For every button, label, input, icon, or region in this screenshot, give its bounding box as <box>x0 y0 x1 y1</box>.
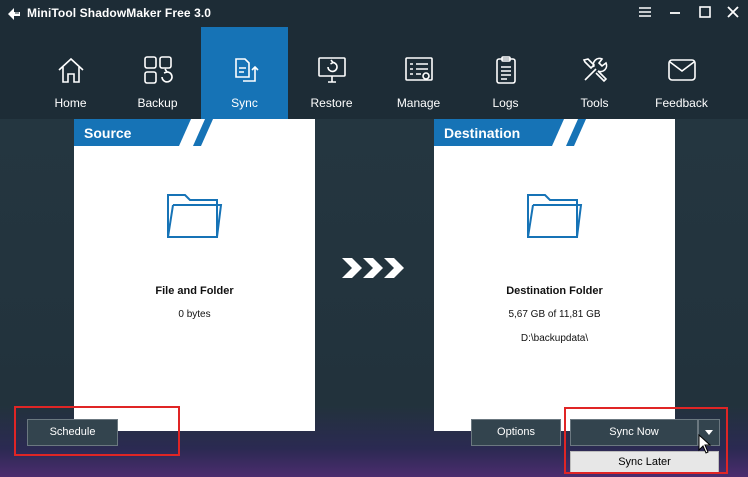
logs-icon <box>462 55 549 89</box>
tools-icon <box>551 55 638 89</box>
nav-label-logs: Logs <box>492 96 519 110</box>
sync-icon <box>201 55 288 89</box>
manage-icon <box>375 55 462 89</box>
nav-label-tools: Tools <box>580 96 609 110</box>
hamburger-icon[interactable] <box>634 3 656 23</box>
feedback-icon <box>638 55 725 89</box>
nav-item-tools[interactable]: Tools <box>551 27 638 119</box>
restore-icon <box>288 55 375 89</box>
nav-item-sync[interactable]: Sync <box>201 27 288 119</box>
shadowmaker-logo-icon <box>6 6 22 22</box>
destination-title: Destination Folder <box>506 285 603 297</box>
nav-label-feedback: Feedback <box>655 96 708 110</box>
nav-item-manage[interactable]: Manage <box>375 27 462 119</box>
source-size: 0 bytes <box>178 309 211 320</box>
destination-card[interactable]: Destination Destination Folder 5,67 GB o… <box>434 119 675 431</box>
main-nav: Home Backup Sync Restore Manage Logs Too… <box>0 27 748 119</box>
close-icon[interactable] <box>722 3 744 23</box>
nav-label-restore: Restore <box>310 96 353 110</box>
nav-item-feedback[interactable]: Feedback <box>638 27 725 119</box>
nav-item-backup[interactable]: Backup <box>114 27 201 119</box>
schedule-highlight <box>14 406 180 456</box>
chevrons-right-icon <box>340 256 410 280</box>
nav-item-home[interactable]: Home <box>27 27 114 119</box>
source-header: Source <box>74 119 214 146</box>
destination-path: D:\backupdata\ <box>520 333 589 344</box>
maximize-icon[interactable] <box>694 3 716 23</box>
folder-icon <box>525 187 585 242</box>
nav-label-home: Home <box>54 96 87 110</box>
nav-label-sync: Sync <box>231 96 258 110</box>
title-bar: MiniTool ShadowMaker Free 3.0 <box>0 0 748 27</box>
home-icon <box>27 55 114 89</box>
app-title: MiniTool ShadowMaker Free 3.0 <box>27 6 212 20</box>
mouse-cursor-icon <box>698 433 712 454</box>
source-title: File and Folder <box>155 285 234 297</box>
options-button[interactable]: Options <box>471 419 561 446</box>
destination-header: Destination <box>434 119 587 146</box>
folder-icon <box>165 187 225 242</box>
nav-label-backup: Backup <box>137 96 178 110</box>
nav-item-logs[interactable]: Logs <box>462 27 549 119</box>
nav-label-manage: Manage <box>396 96 441 110</box>
source-card[interactable]: Source File and Folder 0 bytes <box>74 119 315 431</box>
minimize-icon[interactable] <box>664 3 686 23</box>
nav-item-restore[interactable]: Restore <box>288 27 375 119</box>
destination-size: 5,67 GB of 11,81 GB <box>508 309 601 320</box>
backup-icon <box>114 55 201 89</box>
